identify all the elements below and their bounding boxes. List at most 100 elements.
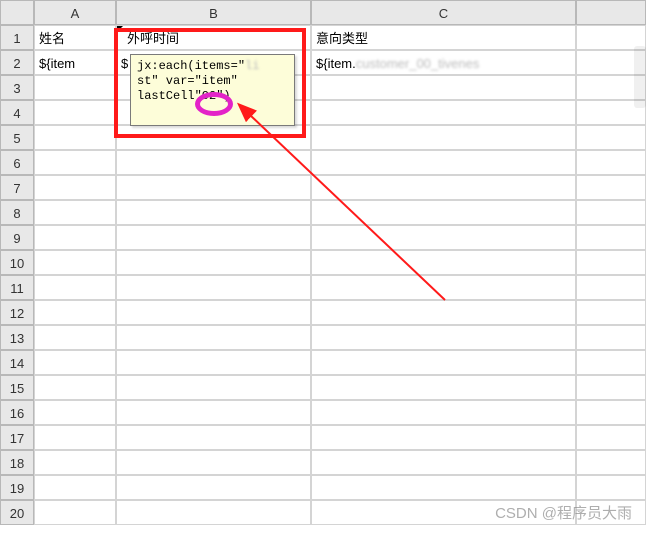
cell-c8[interactable]	[311, 200, 576, 225]
cell-d17[interactable]	[576, 425, 646, 450]
row-header-15[interactable]: 15	[0, 375, 34, 400]
cell-d12[interactable]	[576, 300, 646, 325]
row-header-9[interactable]: 9	[0, 225, 34, 250]
col-header-d[interactable]	[576, 0, 646, 25]
col-header-b[interactable]: B	[116, 0, 311, 25]
cell-a1[interactable]: 姓名	[34, 25, 116, 50]
cell-c17[interactable]	[311, 425, 576, 450]
cell-c2[interactable]: ${item.customer_00_tivenes	[311, 50, 576, 75]
cell-b7[interactable]	[116, 175, 311, 200]
row-header-11[interactable]: 11	[0, 275, 34, 300]
row-header-16[interactable]: 16	[0, 400, 34, 425]
cell-b6[interactable]	[116, 150, 311, 175]
row-header-7[interactable]: 7	[0, 175, 34, 200]
cell-c6[interactable]	[311, 150, 576, 175]
cell-b11[interactable]	[116, 275, 311, 300]
cell-c10[interactable]	[311, 250, 576, 275]
row-header-5[interactable]: 5	[0, 125, 34, 150]
cell-c12[interactable]	[311, 300, 576, 325]
cell-c11[interactable]	[311, 275, 576, 300]
cell-c14[interactable]	[311, 350, 576, 375]
corner-cell[interactable]	[0, 0, 34, 25]
cell-d18[interactable]	[576, 450, 646, 475]
cell-c3[interactable]	[311, 75, 576, 100]
cell-b20[interactable]	[116, 500, 311, 525]
row-header-19[interactable]: 19	[0, 475, 34, 500]
cell-d6[interactable]	[576, 150, 646, 175]
cell-d15[interactable]	[576, 375, 646, 400]
cell-b13[interactable]	[116, 325, 311, 350]
cell-d7[interactable]	[576, 175, 646, 200]
spreadsheet-grid[interactable]: A B C 1 姓名 外呼时间 意向类型 2 ${item $ ${item.c…	[0, 0, 646, 525]
cell-a15[interactable]	[34, 375, 116, 400]
cell-b8[interactable]	[116, 200, 311, 225]
cell-d14[interactable]	[576, 350, 646, 375]
cell-b16[interactable]	[116, 400, 311, 425]
cell-b1[interactable]: 外呼时间	[116, 25, 311, 50]
cell-a16[interactable]	[34, 400, 116, 425]
cell-a9[interactable]	[34, 225, 116, 250]
cell-a14[interactable]	[34, 350, 116, 375]
col-header-a[interactable]: A	[34, 0, 116, 25]
cell-a7[interactable]	[34, 175, 116, 200]
cell-a19[interactable]	[34, 475, 116, 500]
cell-b14[interactable]	[116, 350, 311, 375]
col-header-c[interactable]: C	[311, 0, 576, 25]
cell-c16[interactable]	[311, 400, 576, 425]
cell-b10[interactable]	[116, 250, 311, 275]
cell-d13[interactable]	[576, 325, 646, 350]
comment-line3-circled: "O2")	[195, 89, 231, 103]
cell-a2[interactable]: ${item	[34, 50, 116, 75]
cell-b19[interactable]	[116, 475, 311, 500]
cell-a8[interactable]	[34, 200, 116, 225]
row-header-18[interactable]: 18	[0, 450, 34, 475]
cell-c13[interactable]	[311, 325, 576, 350]
cell-d10[interactable]	[576, 250, 646, 275]
row-header-4[interactable]: 4	[0, 100, 34, 125]
row-header-6[interactable]: 6	[0, 150, 34, 175]
row-header-2[interactable]: 2	[0, 50, 34, 75]
cell-b18[interactable]	[116, 450, 311, 475]
cell-b15[interactable]	[116, 375, 311, 400]
cell-d11[interactable]	[576, 275, 646, 300]
cell-c5[interactable]	[311, 125, 576, 150]
comment-line1-prefix: jx:each(items="	[137, 59, 245, 73]
cell-a17[interactable]	[34, 425, 116, 450]
cell-d9[interactable]	[576, 225, 646, 250]
cell-b17[interactable]	[116, 425, 311, 450]
cell-a4[interactable]	[34, 100, 116, 125]
cell-c7[interactable]	[311, 175, 576, 200]
cell-a20[interactable]	[34, 500, 116, 525]
row-header-13[interactable]: 13	[0, 325, 34, 350]
cell-a3[interactable]	[34, 75, 116, 100]
cell-d16[interactable]	[576, 400, 646, 425]
cell-d5[interactable]	[576, 125, 646, 150]
cell-c1[interactable]: 意向类型	[311, 25, 576, 50]
cell-a5[interactable]	[34, 125, 116, 150]
row-header-20[interactable]: 20	[0, 500, 34, 525]
row-header-3[interactable]: 3	[0, 75, 34, 100]
row-header-1[interactable]: 1	[0, 25, 34, 50]
cell-a12[interactable]	[34, 300, 116, 325]
cell-c2-prefix: ${item.	[316, 56, 356, 71]
cell-a13[interactable]	[34, 325, 116, 350]
row-header-12[interactable]: 12	[0, 300, 34, 325]
cell-c19[interactable]	[311, 475, 576, 500]
cell-b9[interactable]	[116, 225, 311, 250]
cell-d8[interactable]	[576, 200, 646, 225]
cell-c4[interactable]	[311, 100, 576, 125]
cell-c9[interactable]	[311, 225, 576, 250]
cell-a11[interactable]	[34, 275, 116, 300]
cell-c15[interactable]	[311, 375, 576, 400]
cell-a6[interactable]	[34, 150, 116, 175]
cell-b5[interactable]	[116, 125, 311, 150]
cell-b12[interactable]	[116, 300, 311, 325]
cell-a10[interactable]	[34, 250, 116, 275]
row-header-17[interactable]: 17	[0, 425, 34, 450]
row-header-10[interactable]: 10	[0, 250, 34, 275]
cell-a18[interactable]	[34, 450, 116, 475]
cell-c18[interactable]	[311, 450, 576, 475]
cell-d19[interactable]	[576, 475, 646, 500]
row-header-14[interactable]: 14	[0, 350, 34, 375]
row-header-8[interactable]: 8	[0, 200, 34, 225]
